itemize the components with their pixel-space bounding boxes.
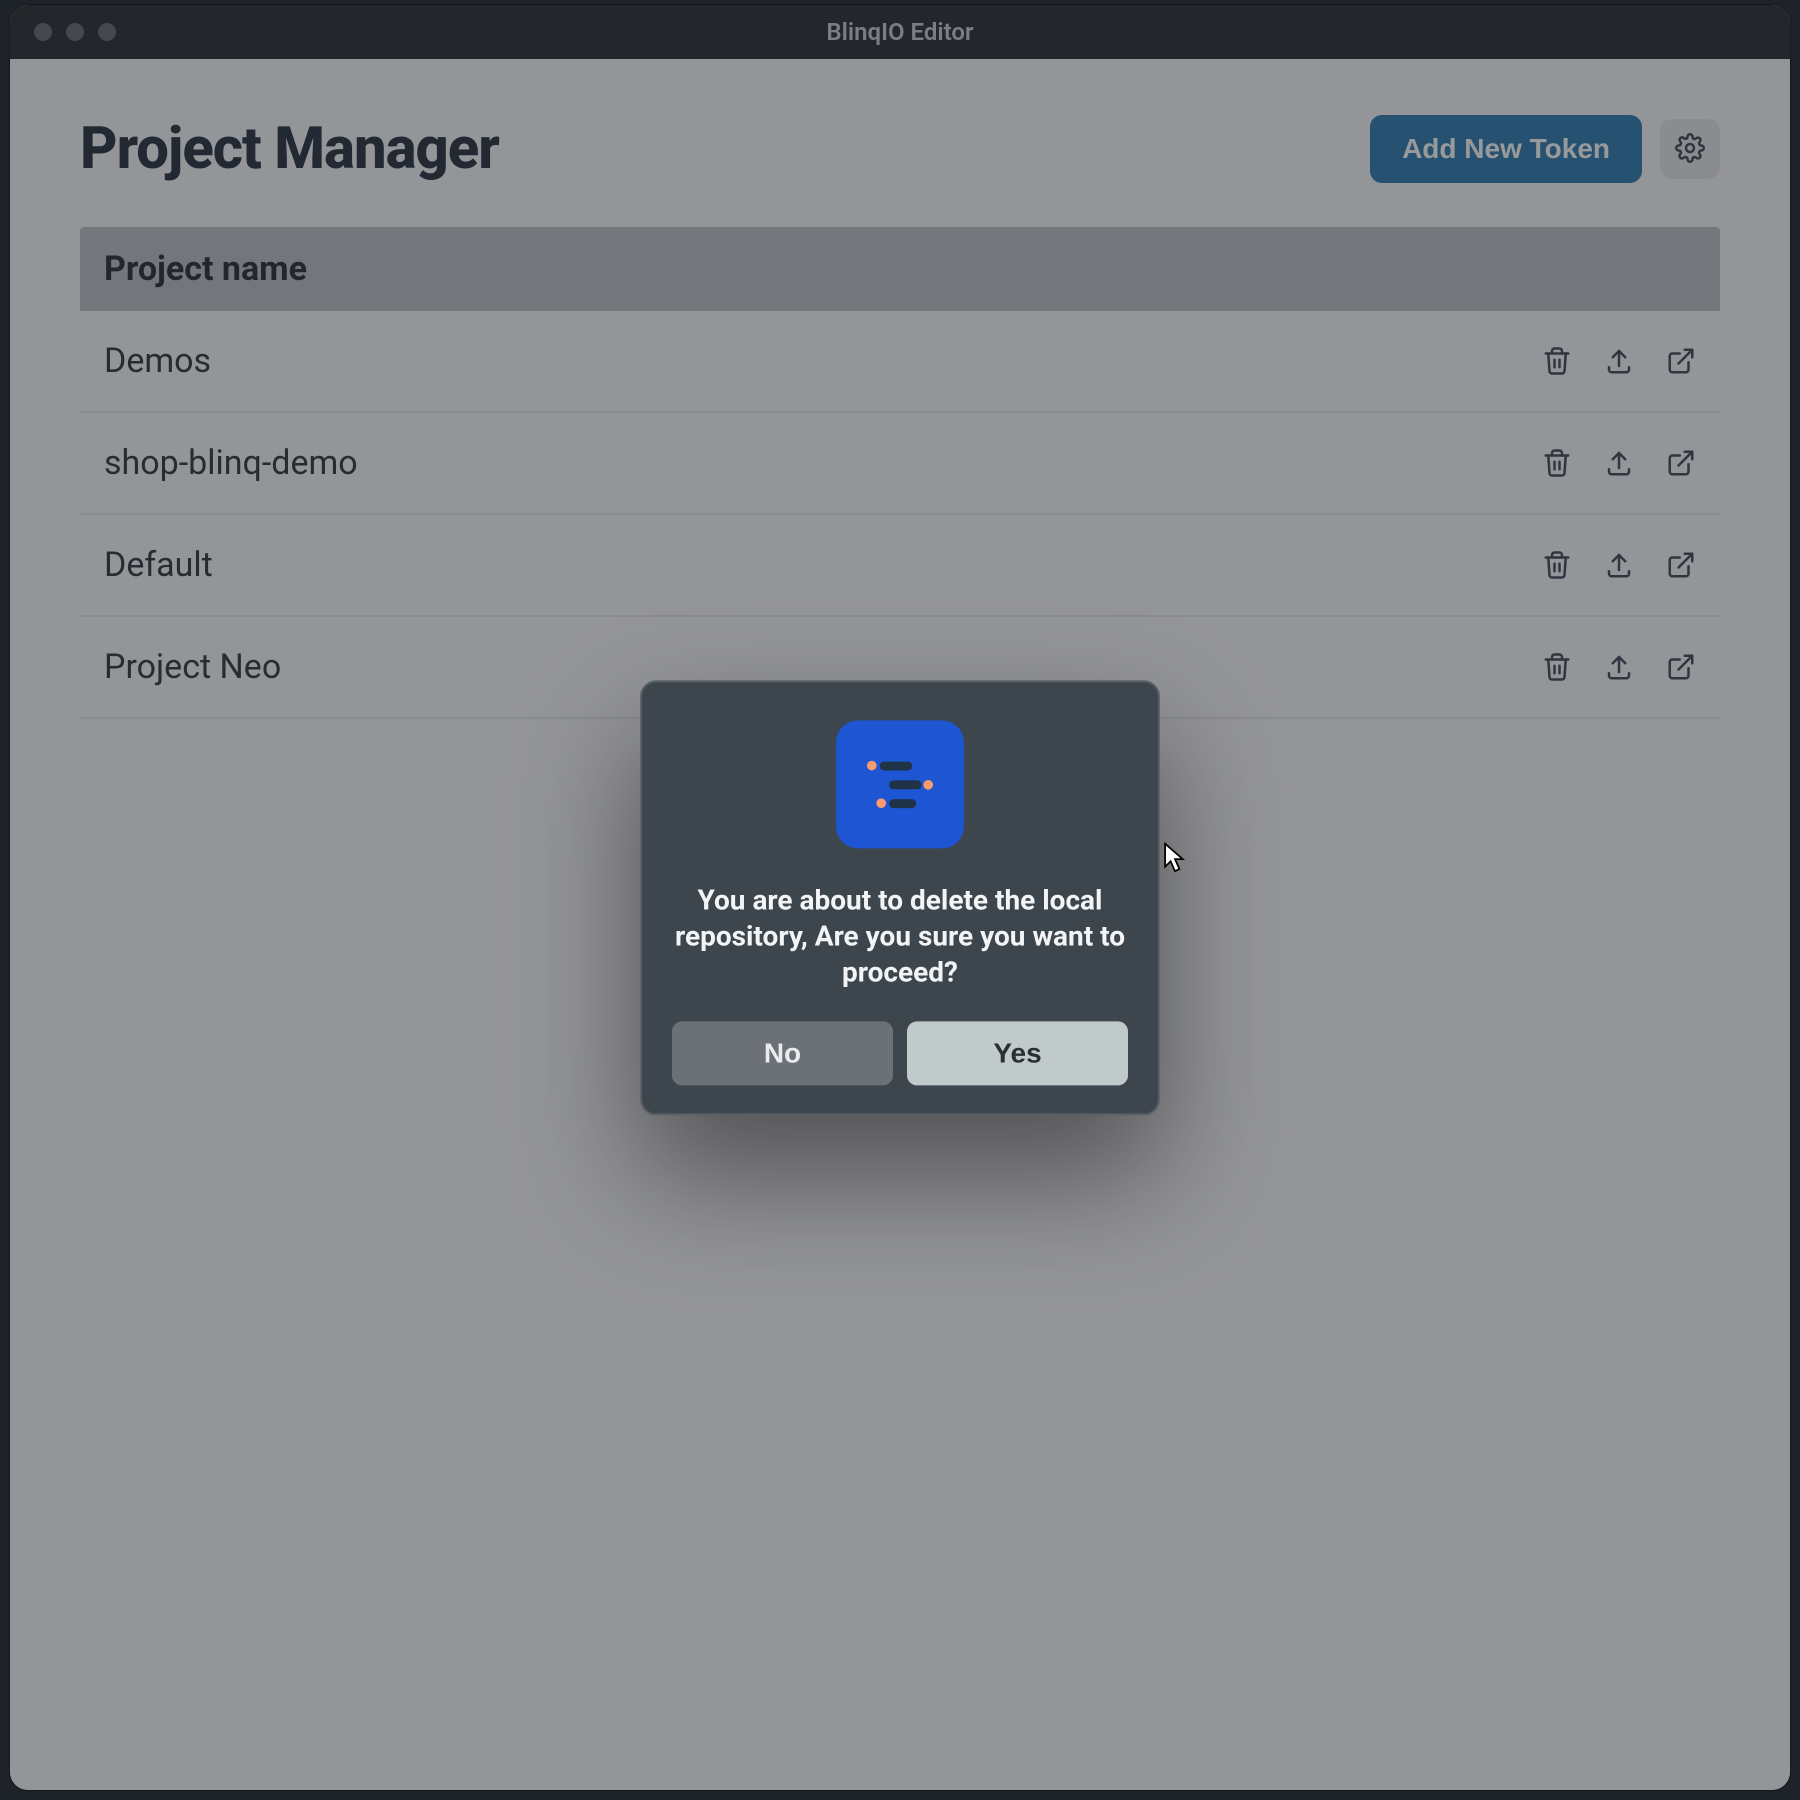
confirm-delete-dialog: You are about to delete the local reposi… <box>640 680 1160 1115</box>
dialog-yes-button[interactable]: Yes <box>907 1021 1128 1085</box>
dialog-no-button[interactable]: No <box>672 1021 893 1085</box>
blinqio-logo-icon <box>836 720 964 848</box>
dialog-message: You are about to delete the local reposi… <box>672 882 1128 991</box>
dialog-buttons: No Yes <box>672 1021 1128 1085</box>
app-window: BlinqIO Editor Project Manager Add New T… <box>10 5 1790 1790</box>
